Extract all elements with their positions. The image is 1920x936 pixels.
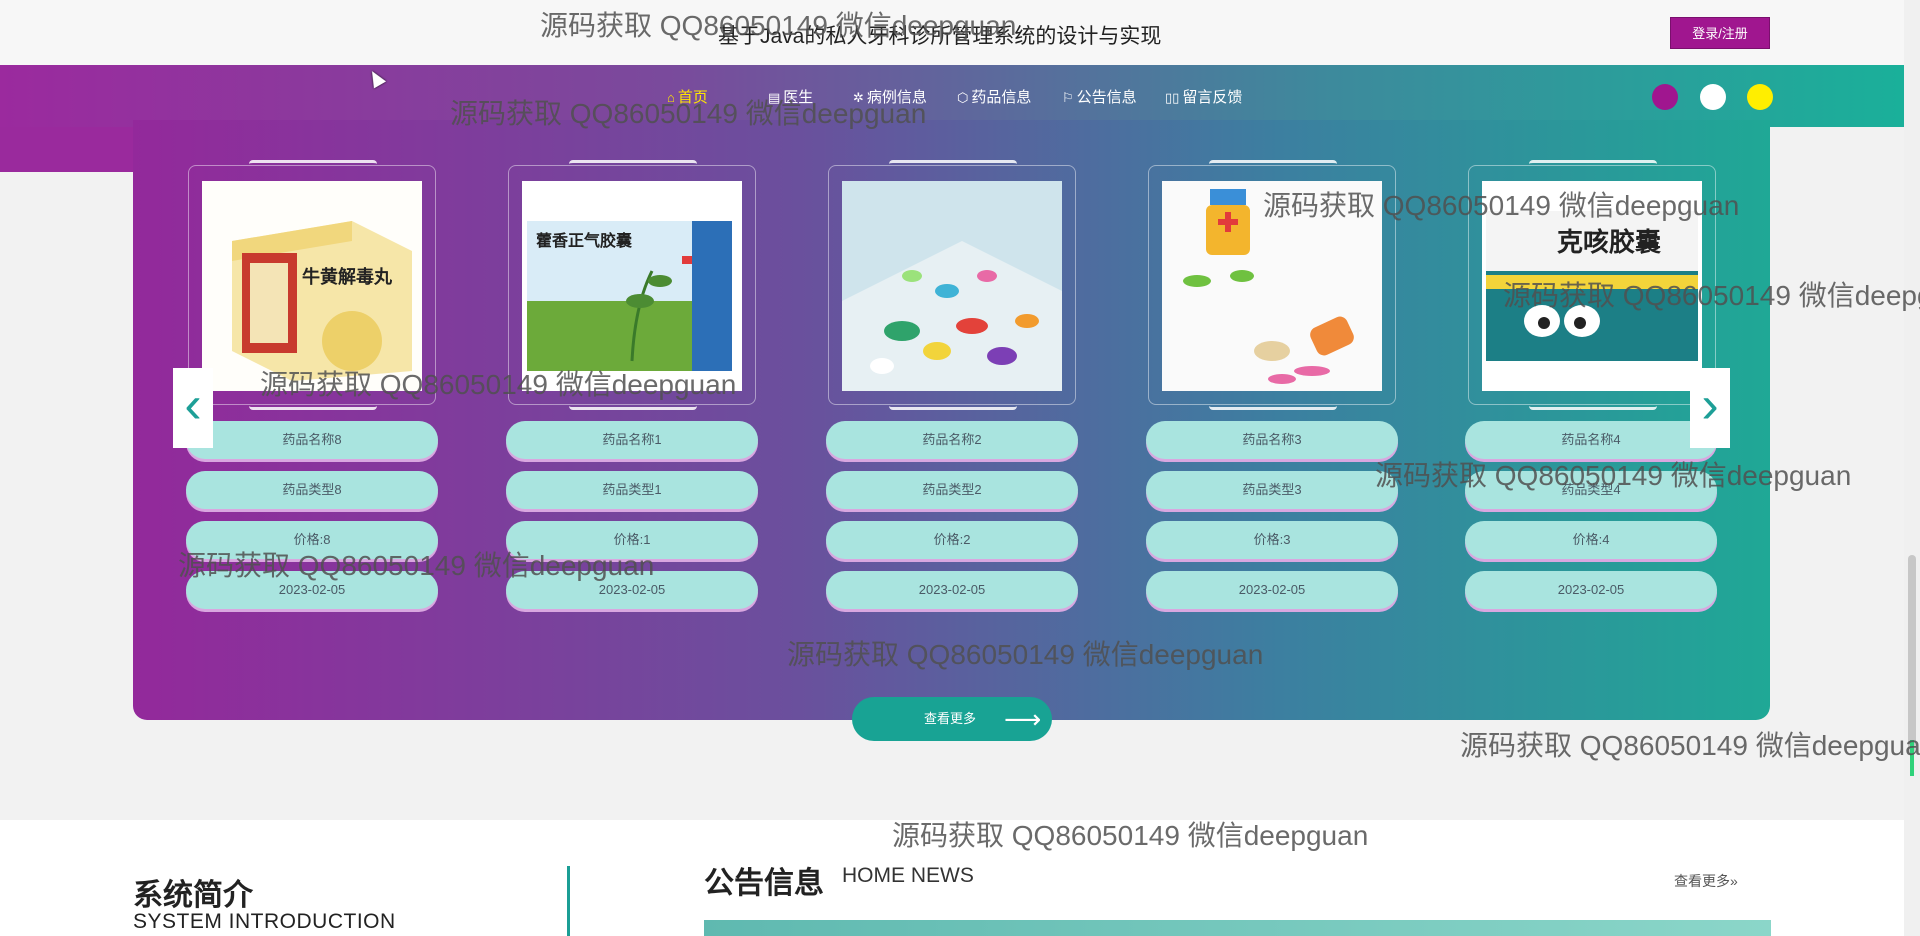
- cube-icon: ⬡: [957, 90, 969, 105]
- product-image[interactable]: [842, 181, 1062, 391]
- nav-home[interactable]: ⌂ 首页: [667, 86, 708, 107]
- flag-icon: ⚐: [1062, 90, 1074, 105]
- news-more-link[interactable]: 查看更多»: [1674, 871, 1738, 891]
- product-name: 药品名称4: [1465, 421, 1717, 459]
- product-price: 价格:3: [1146, 521, 1398, 559]
- product-price: 价格:4: [1465, 521, 1717, 559]
- theme-dot-white[interactable]: [1700, 84, 1726, 110]
- view-more-label: 查看更多: [924, 711, 977, 726]
- product-date: 2023-02-05: [186, 571, 438, 609]
- carousel-prev-button[interactable]: ‹: [173, 368, 213, 448]
- product-date: 2023-02-05: [826, 571, 1078, 609]
- view-more-button[interactable]: 查看更多 ⟶: [852, 697, 1052, 741]
- scrollbar-thumb[interactable]: [1908, 555, 1916, 755]
- nav-doctor[interactable]: ▤ 医生: [768, 86, 813, 107]
- product-type: 药品类型2: [826, 471, 1078, 509]
- chevron-left-icon: ‹: [184, 376, 202, 434]
- product-name: 药品名称1: [506, 421, 758, 459]
- nav-case-label: 病例信息: [866, 89, 927, 106]
- nav-medicine[interactable]: ⬡ 药品信息: [957, 86, 1031, 107]
- nav-notice[interactable]: ⚐ 公告信息: [1062, 86, 1137, 107]
- product-price: 价格:8: [186, 521, 438, 559]
- theme-dot-yellow[interactable]: [1747, 84, 1773, 110]
- product-name: 药品名称3: [1146, 421, 1398, 459]
- product-name: 药品名称2: [826, 421, 1078, 459]
- arrow-right-icon: ⟶: [1004, 704, 1042, 734]
- news-subtitle: HOME NEWS: [842, 864, 974, 887]
- nav-notice-label: 公告信息: [1076, 89, 1137, 106]
- watermark: 源码获取 QQ86050149 微信deepguan: [1460, 730, 1920, 761]
- site-title: 基于Java的私人牙科诊所管理系统的设计与实现: [718, 25, 1162, 48]
- product-type: 药品类型3: [1146, 471, 1398, 509]
- product-date: 2023-02-05: [1146, 571, 1398, 609]
- svg-text:藿香正气胶囊: 藿香正气胶囊: [536, 231, 633, 250]
- top-bar: 基于Java的私人牙科诊所管理系统的设计与实现 登录/注册: [0, 0, 1920, 65]
- svg-text:牛黄解毒丸: 牛黄解毒丸: [302, 266, 393, 287]
- news-title: 公告信息: [704, 867, 824, 900]
- product-name: 药品名称8: [186, 421, 438, 459]
- scrollbar-track[interactable]: [1904, 0, 1920, 936]
- doctor-icon: ▤: [768, 90, 781, 105]
- theme-dot-purple[interactable]: [1652, 84, 1678, 110]
- main-nav: ⌂ 首页 ▤ 医生 ✲ 病例信息 ⬡ 药品信息 ⚐ 公告信息 ▯▯ 留言反馈: [0, 65, 1904, 127]
- product-price: 价格:1: [506, 521, 758, 559]
- product-price: 价格:2: [826, 521, 1078, 559]
- nav-doctor-label: 医生: [783, 89, 814, 106]
- carousel-next-button[interactable]: ›: [1690, 368, 1730, 448]
- product-type: 药品类型1: [506, 471, 758, 509]
- svg-text:克咳胶囊: 克咳胶囊: [1557, 227, 1661, 257]
- product-type: 药品类型4: [1465, 471, 1717, 509]
- nav-home-label: 首页: [677, 89, 708, 106]
- news-more-label: 查看更多: [1674, 873, 1730, 889]
- case-icon: ✲: [853, 90, 864, 105]
- nav-feedback-label: 留言反馈: [1182, 89, 1243, 106]
- news-image-strip: [704, 920, 1771, 936]
- product-type: 药品类型8: [186, 471, 438, 509]
- intro-subtitle: SYSTEM INTRODUCTION: [133, 910, 396, 933]
- section-divider: [567, 866, 570, 936]
- double-chevron-right-icon: »: [1730, 873, 1738, 889]
- nav-feedback[interactable]: ▯▯ 留言反馈: [1165, 86, 1242, 107]
- home-icon: ⌂: [667, 90, 675, 105]
- product-date: 2023-02-05: [506, 571, 758, 609]
- nav-medicine-label: 药品信息: [971, 89, 1032, 106]
- message-icon: ▯▯: [1165, 90, 1180, 105]
- product-image[interactable]: [1162, 181, 1382, 391]
- product-image[interactable]: 藿香正气胶囊: [522, 181, 742, 391]
- login-register-button[interactable]: 登录/注册: [1670, 17, 1770, 49]
- chevron-right-icon: ›: [1701, 376, 1719, 434]
- nav-case[interactable]: ✲ 病例信息: [853, 86, 927, 107]
- intro-title: 系统简介: [133, 879, 253, 912]
- product-date: 2023-02-05: [1465, 571, 1717, 609]
- product-image[interactable]: 克咳胶囊: [1482, 181, 1702, 391]
- scrollbar-indicator: [1910, 740, 1914, 776]
- decor-strip: [0, 127, 134, 172]
- product-image[interactable]: 牛黄解毒丸: [202, 181, 422, 391]
